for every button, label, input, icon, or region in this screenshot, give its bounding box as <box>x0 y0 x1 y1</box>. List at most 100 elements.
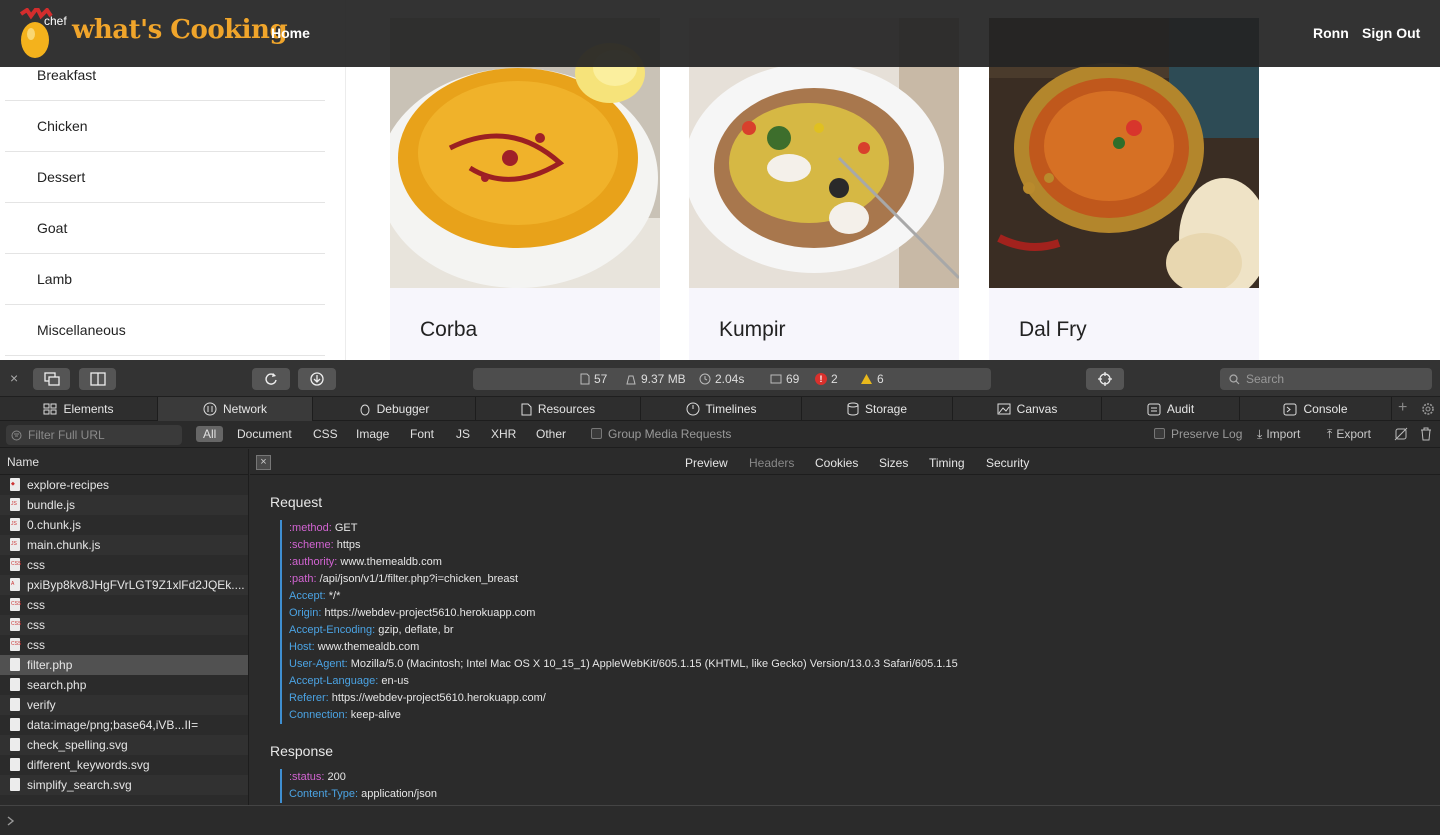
header-value: application/json <box>358 788 437 800</box>
request-row[interactable]: search.php <box>0 675 248 695</box>
inspector-tab-bar: Elements Network Debugger Resources Time… <box>0 397 1440 421</box>
request-row[interactable]: different_keywords.svg <box>0 755 248 775</box>
detail-tab-timing[interactable]: Timing <box>929 456 965 470</box>
request-row[interactable]: JS bundle.js <box>0 495 248 515</box>
detail-tab-bar: × Preview Headers Cookies Sizes Timing S… <box>250 449 1440 475</box>
nav-user-link[interactable]: Ronn <box>1313 25 1349 41</box>
detail-tab-preview[interactable]: Preview <box>685 456 728 470</box>
tab-storage[interactable]: Storage <box>802 397 953 421</box>
detach-window-button[interactable] <box>33 368 70 390</box>
header-key: User-Agent: <box>289 658 348 670</box>
settings-gear-icon[interactable] <box>1421 402 1435 416</box>
inspector-search-input[interactable]: Search <box>1220 368 1432 390</box>
header-line: :scheme: https <box>289 537 958 554</box>
tab-audit[interactable]: Audit <box>1102 397 1240 421</box>
recipe-card-corba[interactable]: Corba <box>390 18 660 360</box>
detail-tab-security[interactable]: Security <box>986 456 1029 470</box>
request-row[interactable]: simplify_search.svg <box>0 775 248 795</box>
download-button[interactable] <box>298 368 336 390</box>
tab-elements[interactable]: Elements <box>0 397 158 421</box>
file-icon <box>10 698 20 711</box>
disable-cache-icon[interactable] <box>1394 427 1408 441</box>
tab-canvas[interactable]: Canvas <box>953 397 1102 421</box>
detail-tab-headers[interactable]: Headers <box>749 456 794 470</box>
request-row-selected[interactable]: filter.php <box>0 655 248 675</box>
category-item-dessert[interactable]: Dessert <box>5 152 325 203</box>
warning-count[interactable]: 6 <box>860 372 884 386</box>
network-request-list: Name ◆ explore-recipes JS bundle.js JS 0.ch… <box>0 449 249 805</box>
detail-tab-cookies[interactable]: Cookies <box>815 456 858 470</box>
recipe-card-dal-fry[interactable]: Dal Fry <box>989 18 1259 360</box>
filter-icon <box>11 430 22 441</box>
request-row[interactable]: data:image/png;base64,iVB...II= <box>0 715 248 735</box>
tab-console[interactable]: Console <box>1240 397 1392 421</box>
logo-text[interactable]: what's Cooking <box>72 15 288 45</box>
preserve-log-checkbox[interactable]: Preserve Log <box>1154 427 1242 441</box>
close-detail-icon[interactable]: × <box>256 455 271 470</box>
reload-button[interactable] <box>252 368 290 390</box>
element-picker-button[interactable] <box>1086 368 1124 390</box>
category-item-miscellaneous[interactable]: Miscellaneous <box>5 305 325 356</box>
add-tab-icon[interactable]: + <box>1398 399 1407 417</box>
request-row[interactable]: verify <box>0 695 248 715</box>
checkbox-box <box>1154 428 1165 439</box>
filter-css[interactable]: CSS <box>313 427 338 441</box>
request-row[interactable]: CSS css <box>0 595 248 615</box>
resource-size[interactable]: 9.37 MB <box>625 372 686 386</box>
export-button[interactable]: ⤒ Export <box>1327 427 1371 442</box>
tab-network[interactable]: Network <box>158 397 313 421</box>
recipe-title-kumpir[interactable]: Kumpir <box>719 318 786 342</box>
header-value: https://webdev-project5610.herokuapp.com… <box>328 692 546 704</box>
request-row[interactable]: CSS css <box>0 635 248 655</box>
request-row[interactable]: JS main.chunk.js <box>0 535 248 555</box>
dock-side-button[interactable] <box>79 368 116 390</box>
category-item-lamb[interactable]: Lamb <box>5 254 325 305</box>
activity-viewer: 57 9.37 MB 2.04s 69 ! 2 6 <box>473 368 991 390</box>
recipe-title-dal-fry[interactable]: Dal Fry <box>1019 318 1087 342</box>
error-count[interactable]: ! 2 <box>815 372 838 386</box>
clear-log-trash-icon[interactable] <box>1420 427 1432 441</box>
requests-count[interactable]: 57 <box>580 372 607 386</box>
request-row[interactable]: CSS css <box>0 555 248 575</box>
load-time[interactable]: 2.04s <box>699 372 744 386</box>
detail-tab-sizes[interactable]: Sizes <box>879 456 908 470</box>
category-item-goat[interactable]: Goat <box>5 203 325 254</box>
filter-font[interactable]: Font <box>410 427 434 441</box>
recipe-card-kumpir[interactable]: Kumpir <box>689 18 959 360</box>
request-row[interactable]: ◆ explore-recipes <box>0 475 248 495</box>
filter-all[interactable]: All <box>196 426 224 442</box>
close-inspector-icon[interactable]: × <box>10 370 18 386</box>
console-prompt-bar[interactable] <box>0 805 1440 835</box>
tab-resources[interactable]: Resources <box>476 397 641 421</box>
header-line: Accept: */* <box>289 588 958 605</box>
category-item-chicken[interactable]: Chicken <box>5 101 325 152</box>
header-value: https <box>333 539 361 551</box>
import-button[interactable]: ⤓ Import <box>1257 427 1300 442</box>
header-line: Accept-Encoding: gzip, deflate, br <box>289 622 958 639</box>
request-row[interactable]: JS 0.chunk.js <box>0 515 248 535</box>
database-icon <box>847 402 859 416</box>
bug-icon <box>360 404 370 416</box>
group-media-checkbox[interactable]: Group Media Requests <box>591 427 731 441</box>
filter-url-input[interactable]: Filter Full URL <box>6 425 182 445</box>
network-icon <box>203 402 217 416</box>
nav-home-link[interactable]: Home <box>271 25 310 41</box>
filter-image[interactable]: Image <box>356 427 389 441</box>
filter-other[interactable]: Other <box>536 427 566 441</box>
header-value: /api/json/v1/1/filter.php?i=chicken_brea… <box>316 573 519 585</box>
name-column-header[interactable]: Name <box>0 449 248 475</box>
tab-debugger[interactable]: Debugger <box>313 397 476 421</box>
stopwatch-icon <box>686 402 700 416</box>
tab-timelines[interactable]: Timelines <box>641 397 802 421</box>
log-count[interactable]: 69 <box>770 372 799 386</box>
clock-icon <box>699 373 711 385</box>
request-row[interactable]: CSS css <box>0 615 248 635</box>
request-row[interactable]: check_spelling.svg <box>0 735 248 755</box>
filter-xhr[interactable]: XHR <box>491 427 516 441</box>
recipe-title-corba[interactable]: Corba <box>420 318 477 342</box>
sign-out-link[interactable]: Sign Out <box>1362 25 1420 41</box>
request-row[interactable]: ApxiByp8kv8JHgFVrLGT9Z1xlFd2JQEk.... <box>0 575 248 595</box>
filter-js[interactable]: JS <box>456 427 470 441</box>
filter-document[interactable]: Document <box>237 427 292 441</box>
request-headers-list: :method: GET:scheme: https:authority: ww… <box>280 520 958 724</box>
